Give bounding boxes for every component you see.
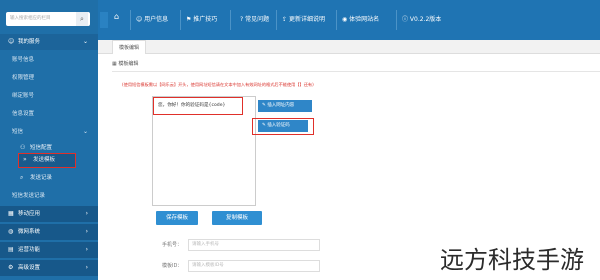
sidebar-item-send-log[interactable]: ⌕ 发送记录 [0,170,98,186]
top-navbar: ⌂ ☺ 用户信息 ⚑ 推广技巧 ? 常见问题 ⇪ 更新详细说明 ◉ 体验网站名 … [98,0,600,40]
nav-label: 用户信息 [144,16,169,23]
sidebar-item-label: 短信配置 [30,145,53,151]
nav-label: 推广技巧 [193,16,218,23]
double-chevron-right-icon: » [23,156,27,163]
nav-label: 更新详细说明 [288,16,325,23]
phone-input[interactable]: 请输入手机号 [188,239,320,251]
insert-url-button[interactable]: ✎ 插入网址内容 [258,100,312,112]
upload-icon: ⇪ [282,16,289,23]
nav-update-notes[interactable]: ⇪ 更新详细说明 [282,14,325,23]
template-id-input[interactable]: 请输入模板ID号 [188,260,320,272]
chevron-down-icon: ⌄ [82,128,88,135]
sidebar-item-label: 短信发送记录 [12,193,46,199]
gear-icon: ⚙ [8,264,14,271]
nav-faq[interactable]: ? 常见问题 [240,14,269,23]
template-notice: (使用短信模板需以【网乐云】开头，使用网址短信请在文本中加入有效网址的格式后不能… [122,82,314,87]
sidebar-search-input[interactable]: 输入搜索相应的栏目 ⌕ [6,12,90,26]
highlight-box [252,118,314,135]
nav-label: 体验网站名 [349,16,380,23]
divider [230,10,231,30]
divider [180,10,181,30]
search-icon[interactable]: ⌕ [76,12,88,26]
sidebar-item-sms-send-records[interactable]: 短信发送记录 [0,188,98,204]
template-editor[interactable]: 您，你好！你的验证码是{code} [152,96,256,206]
sidebar-item-permissions[interactable]: 权限管理 [0,70,98,86]
nav-user-info[interactable]: ☺ 用户信息 [136,14,168,23]
sidebar-item-info-settings[interactable]: 信息设置 [0,106,98,122]
sidebar-item-micro-site[interactable]: ◍ 微网系统 › [0,224,98,240]
info-icon: ⓘ [402,16,410,23]
nav-experience-site[interactable]: ◉ 体验网站名 [342,14,379,23]
divider [336,10,337,30]
sidebar-item-label: 运营功能 [18,247,41,253]
divider [276,10,277,30]
nav-label: 常见问题 [245,16,270,23]
chevron-right-icon: › [85,264,88,271]
watermark: 远方科技手游 [440,246,584,274]
copy-template-button[interactable]: 复制模板 [212,211,262,225]
tab-template-edit[interactable]: 模板编辑 [112,40,147,54]
search-placeholder: 输入搜索相应的栏目 [10,16,51,21]
sidebar-item-label: 短信 [12,129,24,135]
tab-bar: 模板编辑 [98,40,600,54]
save-template-button[interactable]: 保存模板 [156,211,198,225]
divider [396,10,397,30]
home-icon[interactable]: ⌂ [114,12,119,21]
sidebar-item-label: 微网系统 [18,229,41,235]
phone-label: 手机号： [162,242,183,248]
chevron-down-icon: ⌄ [82,38,88,45]
sidebar-item-label: 高级设置 [18,265,41,271]
globe-icon: ◍ [8,228,14,235]
panel-header: ▦ 模板编辑 [112,58,600,70]
nav-promo-tips[interactable]: ⚑ 推广技巧 [186,14,217,23]
sidebar-item-label: 绑定账号 [12,93,35,99]
template-content[interactable]: 您，你好！你的验证码是{code} [153,97,243,115]
sidebar-toggle[interactable] [100,12,108,28]
sidebar-item-mobile-apps[interactable]: ▦ 移动应用 › [0,206,98,222]
chevron-right-icon: › [85,246,88,253]
sidebar-item-label: 发送模板 [33,157,56,163]
sidebar: 输入搜索相应的栏目 ⌕ ☺ 我的服务 ⌄ 账号信息 权限管理 绑定账号 信息设置 … [0,0,98,280]
sidebar-item-label: 信息设置 [12,111,35,117]
nav-label: V0.2.2版本 [409,16,442,23]
sidebar-item-label: 移动应用 [18,211,41,217]
sidebar-item-operations[interactable]: ▤ 运营功能 › [0,242,98,258]
divider [130,10,131,30]
sidebar-item-bind-account[interactable]: 绑定账号 [0,88,98,104]
sidebar-item-send-template[interactable]: » 发送模板 [18,153,76,168]
grid-icon: ▦ [8,210,14,217]
sidebar-item-label: 发送记录 [30,175,53,181]
button-label: 插入网址内容 [267,103,295,108]
template-id-label: 模板ID： [162,263,183,269]
nav-version[interactable]: ⓘ V0.2.2版本 [402,14,441,23]
chevron-right-icon: › [85,210,88,217]
divider [112,71,600,72]
chevron-right-icon: › [85,228,88,235]
sidebar-item-label: 账号信息 [12,57,35,63]
sidebar-item-account-info[interactable]: 账号信息 [0,52,98,68]
sidebar-item-label: 我的服务 [18,39,41,45]
panel-title: 模板编辑 [118,61,139,67]
chart-icon: ▤ [8,246,14,253]
sidebar-item-advanced-settings[interactable]: ⚙ 高级设置 › [0,260,98,276]
user-icon: ☺ [136,16,145,23]
sidebar-item-label: 权限管理 [12,75,35,81]
search-icon: ⌕ [20,174,24,181]
sidebar-item-my-service[interactable]: ☺ 我的服务 ⌄ [0,34,98,50]
user-icon: ☺ [8,38,15,45]
sidebar-item-sms[interactable]: 短信 ⌄ [0,124,98,140]
